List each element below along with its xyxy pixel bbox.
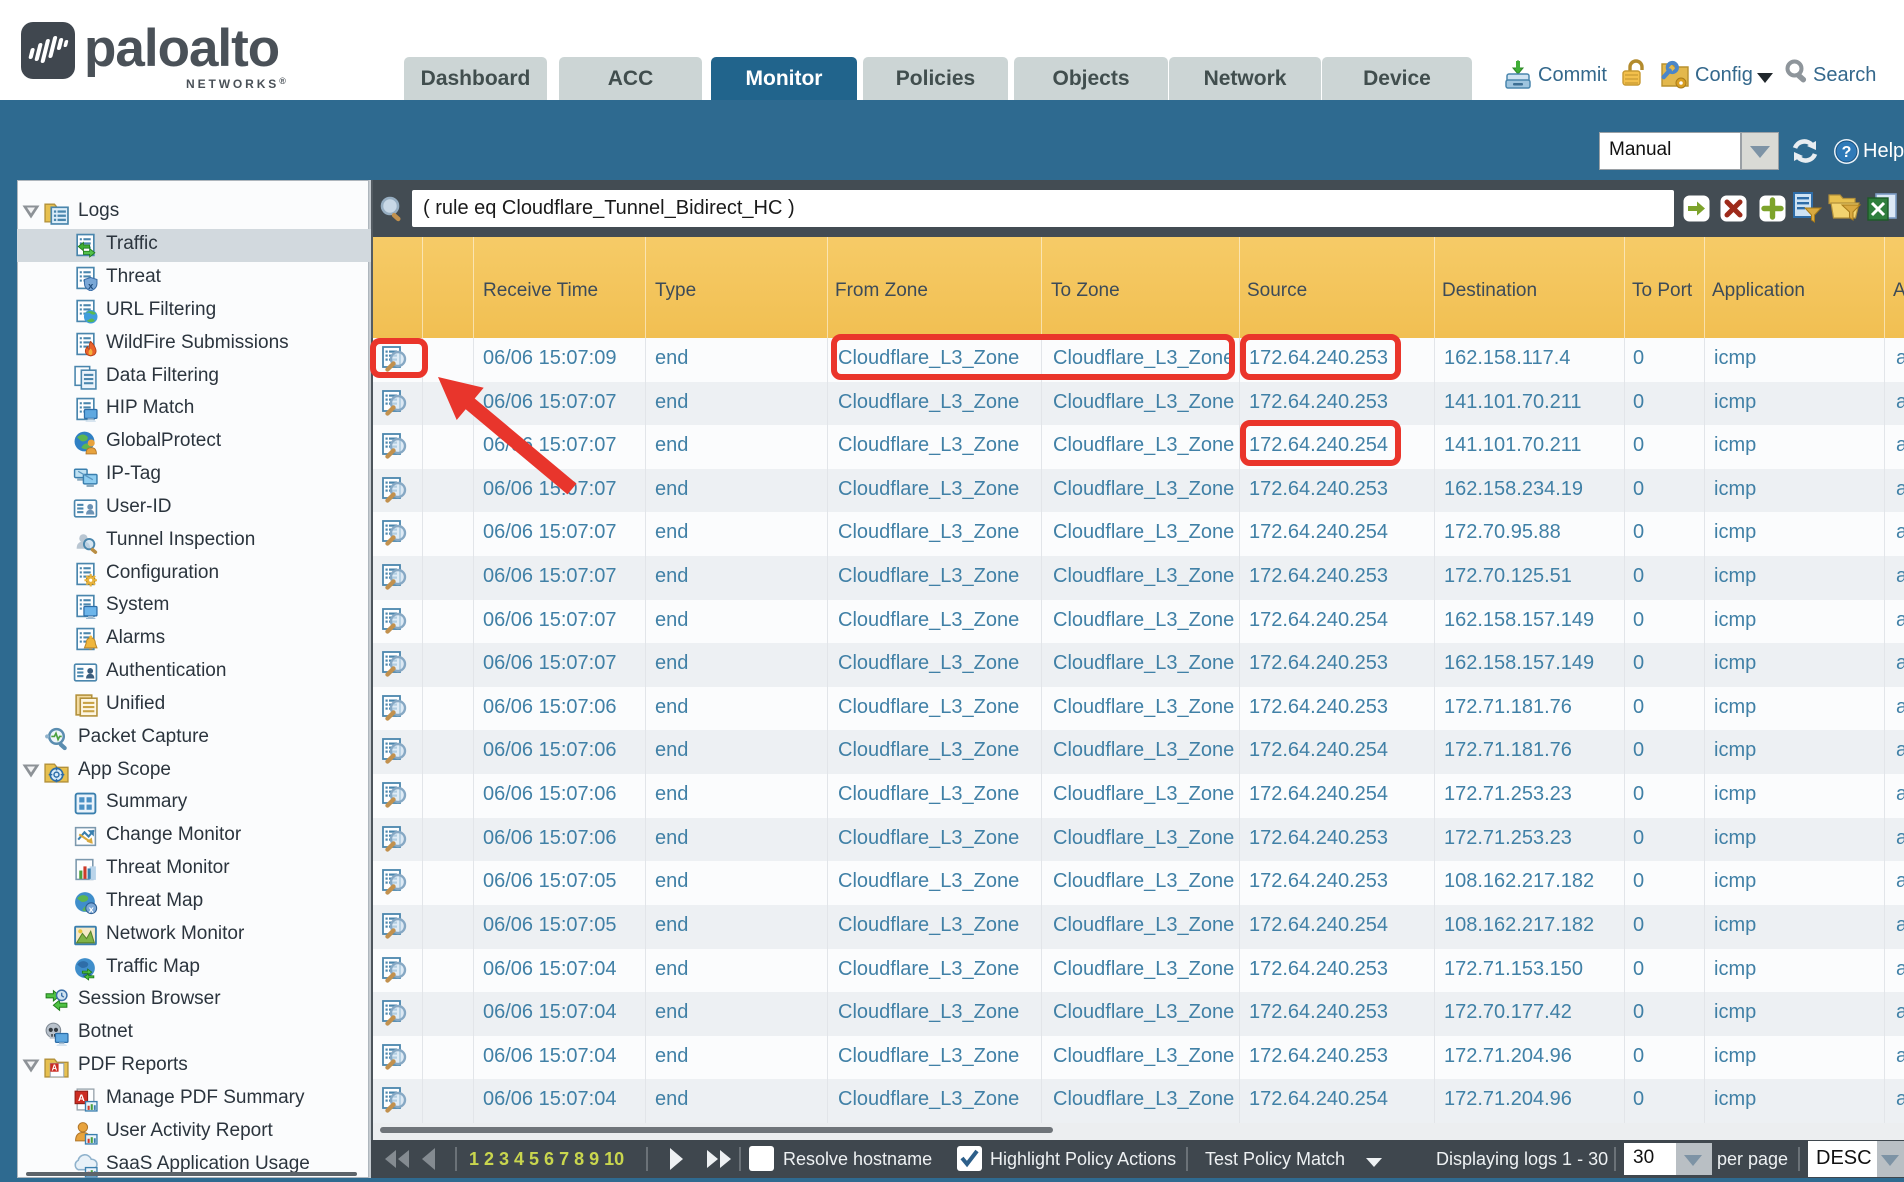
svg-text:A: A: [52, 1064, 58, 1073]
svg-text:A: A: [78, 1093, 85, 1103]
svg-text:x: x: [88, 281, 94, 291]
svg-text:?: ?: [1842, 144, 1852, 161]
svg-text:x: x: [89, 904, 95, 914]
